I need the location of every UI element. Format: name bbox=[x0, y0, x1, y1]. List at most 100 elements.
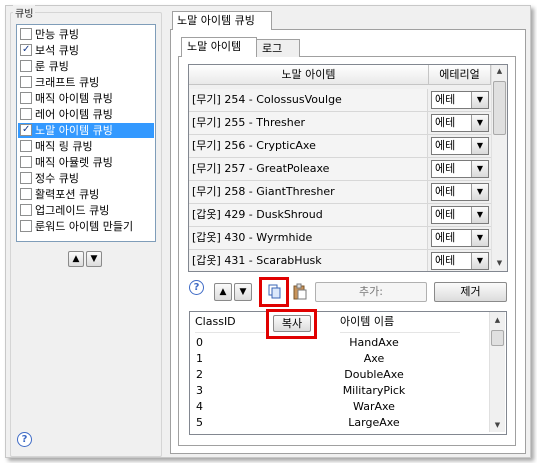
item-name-cell: HandAxe bbox=[349, 336, 399, 349]
ethereal-select[interactable]: 에테 ▼ bbox=[431, 91, 489, 109]
ethereal-select[interactable]: 에테 ▼ bbox=[431, 114, 489, 132]
cube-item-all[interactable]: 만능 큐빙 bbox=[18, 27, 154, 42]
class-id-cell: 2 bbox=[196, 368, 203, 381]
ethereal-value: 에테 bbox=[435, 208, 456, 221]
item-name-cell: Axe bbox=[363, 352, 385, 365]
chevron-down-icon[interactable]: ▼ bbox=[471, 138, 488, 154]
cube-item-magic[interactable]: 매직 아이템 큐빙 bbox=[18, 91, 154, 106]
scroll-down-icon[interactable]: ▼ bbox=[490, 421, 505, 429]
item-name-cell: MilitaryPick bbox=[342, 384, 406, 397]
table-row[interactable]: [무기] 256 - CrypticAxe 에테 ▼ bbox=[189, 135, 491, 158]
tab-normal-item-cubing[interactable]: 노말 아이템 큐빙 bbox=[172, 11, 272, 30]
column-header-class-id[interactable]: ClassID bbox=[195, 312, 265, 333]
class-id-cell: 5 bbox=[196, 416, 203, 429]
cube-item-potion[interactable]: 활력포션 큐빙 bbox=[18, 187, 154, 202]
move-up-button[interactable]: ▲ bbox=[68, 251, 84, 267]
item-name: [무기] 255 - Thresher bbox=[190, 112, 428, 134]
ethereal-value: 에테 bbox=[435, 231, 456, 244]
scroll-down-icon[interactable]: ▼ bbox=[492, 259, 507, 267]
chevron-down-icon[interactable]: ▼ bbox=[471, 207, 488, 223]
checkbox[interactable]: ✓ bbox=[20, 124, 32, 136]
cube-item-rune[interactable]: 룬 큐빙 bbox=[18, 59, 154, 74]
checkbox[interactable] bbox=[20, 188, 32, 200]
help-icon[interactable]: ? bbox=[17, 432, 32, 447]
table-row[interactable]: [무기] 255 - Thresher 에테 ▼ bbox=[189, 112, 491, 135]
chevron-down-icon[interactable]: ▼ bbox=[471, 184, 488, 200]
cube-list[interactable]: 만능 큐빙 ✓ 보석 큐빙 룬 큐빙 크래프트 큐빙 매직 아이템 큐빙 레어 … bbox=[16, 24, 156, 242]
cube-item-label: 활력포션 큐빙 bbox=[35, 188, 100, 201]
ethereal-select[interactable]: 에테 ▼ bbox=[431, 229, 489, 247]
cube-item-label: 매직 아뮬렛 큐빙 bbox=[35, 156, 113, 169]
cube-item-gem[interactable]: ✓ 보석 큐빙 bbox=[18, 43, 154, 58]
class-id-cell: 0 bbox=[196, 336, 203, 349]
cube-item-upgrade[interactable]: 업그레이드 큐빙 bbox=[18, 203, 154, 218]
checkbox[interactable] bbox=[20, 76, 32, 88]
checkbox[interactable] bbox=[20, 220, 32, 232]
column-header-item-name[interactable]: 아이템 이름 bbox=[340, 312, 460, 333]
help-icon[interactable]: ? bbox=[189, 280, 204, 295]
add-button[interactable]: 추가: bbox=[315, 282, 427, 302]
cube-group-legend: 큐빙 bbox=[13, 5, 36, 20]
ethereal-select[interactable]: 에테 ▼ bbox=[431, 183, 489, 201]
cube-item-label: 만능 큐빙 bbox=[35, 28, 79, 41]
class-id-cell: 1 bbox=[196, 352, 203, 365]
checkbox[interactable] bbox=[20, 92, 32, 104]
item-name-cell: DoubleAxe bbox=[344, 368, 404, 381]
table-row[interactable]: [무기] 257 - GreatPoleaxe 에테 ▼ bbox=[189, 158, 491, 181]
move-down-button[interactable]: ▼ bbox=[234, 283, 252, 301]
chevron-down-icon[interactable]: ▼ bbox=[471, 230, 488, 246]
class-id-grid[interactable]: ClassID 아이템 이름 복사 0 HandAxe 1 Axe 2 Doub… bbox=[189, 311, 507, 435]
ethereal-select[interactable]: 에테 ▼ bbox=[431, 137, 489, 155]
cube-item-label: 보석 큐빙 bbox=[35, 44, 79, 57]
table-row[interactable]: [갑옷] 430 - Wyrmhide 에테 ▼ bbox=[189, 227, 491, 250]
item-name: [갑옷] 431 - ScarabHusk bbox=[190, 250, 428, 271]
class-id-cell: 4 bbox=[196, 400, 203, 413]
remove-button[interactable]: 제거 bbox=[434, 282, 507, 302]
checkbox[interactable] bbox=[20, 156, 32, 168]
cube-item-rare[interactable]: 레어 아이템 큐빙 bbox=[18, 107, 154, 122]
ethereal-select[interactable]: 에테 ▼ bbox=[431, 160, 489, 178]
scroll-thumb[interactable] bbox=[491, 330, 504, 346]
checkbox[interactable]: ✓ bbox=[20, 44, 32, 56]
cube-item-magic-amulet[interactable]: 매직 아뮬렛 큐빙 bbox=[18, 155, 154, 170]
tab-normal-item[interactable]: 노말 아이템 bbox=[181, 37, 257, 57]
checkbox[interactable] bbox=[20, 140, 32, 152]
move-up-button[interactable]: ▲ bbox=[214, 283, 232, 301]
cube-item-runeword[interactable]: 룬워드 아이템 만들기 bbox=[18, 219, 154, 234]
cube-item-craft[interactable]: 크래프트 큐빙 bbox=[18, 75, 154, 90]
checkbox[interactable] bbox=[20, 204, 32, 216]
vertical-scrollbar[interactable]: ▲ ▼ bbox=[489, 312, 505, 432]
ethereal-value: 에테 bbox=[435, 116, 456, 129]
table-row[interactable]: [갑옷] 431 - ScarabHusk 에테 ▼ bbox=[189, 250, 491, 271]
chevron-down-icon[interactable]: ▼ bbox=[471, 115, 488, 131]
scroll-up-icon[interactable]: ▲ bbox=[490, 316, 505, 324]
highlight-copy-button bbox=[259, 277, 289, 307]
scroll-thumb[interactable] bbox=[493, 81, 506, 135]
ethereal-select[interactable]: 에테 ▼ bbox=[431, 252, 489, 270]
table-row[interactable]: [무기] 254 - ColossusVoulge 에테 ▼ bbox=[189, 89, 491, 112]
column-header-normal-item[interactable]: 노말 아이템 bbox=[189, 65, 429, 85]
item-name-cell: LargeAxe bbox=[348, 416, 400, 429]
chevron-down-icon[interactable]: ▼ bbox=[471, 253, 488, 269]
ethereal-select[interactable]: 에테 ▼ bbox=[431, 206, 489, 224]
tab-log[interactable]: 로그 bbox=[256, 39, 300, 57]
normal-item-grid[interactable]: 노말 아이템 에테리얼 [무기] 254 - ColossusVoulge 에테… bbox=[188, 64, 508, 272]
checkbox[interactable] bbox=[20, 60, 32, 72]
column-header-ethereal[interactable]: 에테리얼 bbox=[429, 65, 491, 85]
cube-item-essence[interactable]: 정수 큐빙 bbox=[18, 171, 154, 186]
paste-icon[interactable] bbox=[291, 283, 309, 301]
checkbox[interactable] bbox=[20, 108, 32, 120]
cube-item-magic-ring[interactable]: 매직 링 큐빙 bbox=[18, 139, 154, 154]
cube-item-normal[interactable]: ✓ 노말 아이템 큐빙 bbox=[18, 123, 154, 138]
chevron-down-icon[interactable]: ▼ bbox=[471, 92, 488, 108]
checkbox[interactable] bbox=[20, 28, 32, 40]
ethereal-value: 에테 bbox=[435, 185, 456, 198]
move-down-button[interactable]: ▼ bbox=[86, 251, 102, 267]
table-row[interactable]: [무기] 258 - GiantThresher 에테 ▼ bbox=[189, 181, 491, 204]
scroll-up-icon[interactable]: ▲ bbox=[492, 67, 507, 75]
checkbox[interactable] bbox=[20, 172, 32, 184]
chevron-down-icon[interactable]: ▼ bbox=[471, 161, 488, 177]
item-name: [무기] 256 - CrypticAxe bbox=[190, 135, 428, 157]
vertical-scrollbar[interactable]: ▲ ▼ bbox=[491, 65, 507, 269]
table-row[interactable]: [갑옷] 429 - DuskShroud 에테 ▼ bbox=[189, 204, 491, 227]
